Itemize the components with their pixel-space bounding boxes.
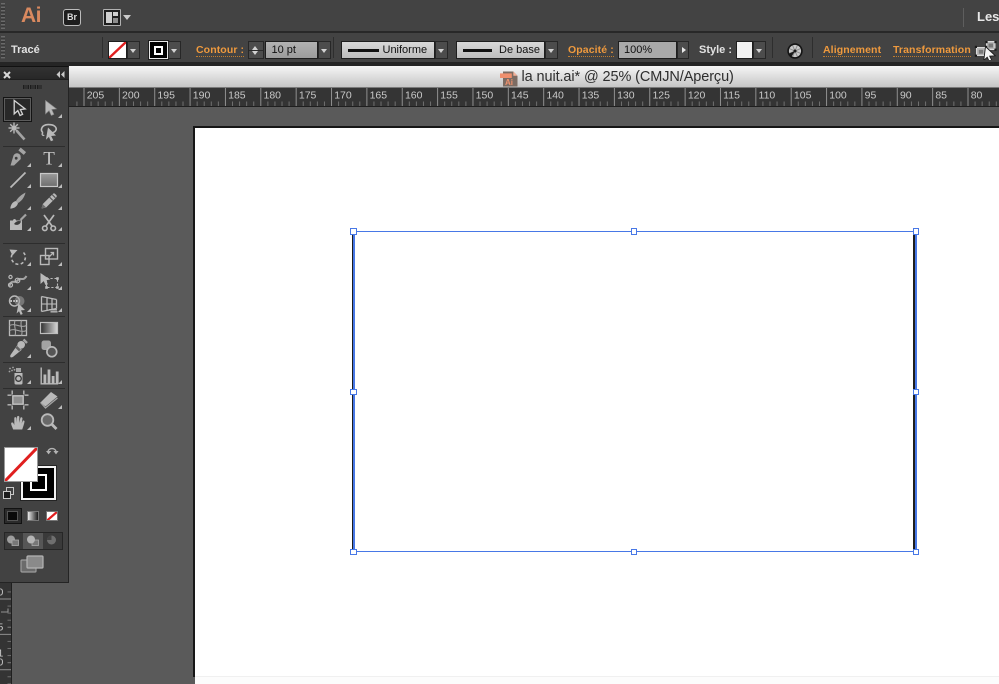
svg-text:95: 95	[865, 90, 877, 102]
svg-text:140: 140	[546, 90, 564, 102]
svg-text:190: 190	[193, 90, 211, 102]
svg-text:155: 155	[440, 90, 458, 102]
svg-text:110: 110	[759, 90, 776, 102]
svg-text:115: 115	[723, 90, 740, 102]
svg-text:205: 205	[87, 90, 105, 102]
svg-text:80: 80	[971, 90, 983, 102]
svg-text:0: 0	[0, 657, 4, 669]
svg-text:195: 195	[157, 90, 175, 102]
svg-text:125: 125	[652, 90, 670, 102]
svg-text:120: 120	[688, 90, 706, 102]
svg-text:175: 175	[299, 90, 317, 102]
svg-text:Ai: Ai	[505, 77, 513, 86]
svg-text:90: 90	[900, 90, 912, 102]
svg-text:185: 185	[228, 90, 246, 102]
svg-text:165: 165	[370, 90, 388, 102]
svg-text:145: 145	[511, 90, 529, 102]
svg-text:150: 150	[476, 90, 494, 102]
svg-text:170: 170	[334, 90, 352, 102]
svg-text:100: 100	[829, 90, 847, 102]
svg-text:180: 180	[264, 90, 282, 102]
svg-text:5: 5	[0, 622, 4, 634]
svg-text:160: 160	[405, 90, 423, 102]
svg-text:130: 130	[617, 90, 635, 102]
svg-text:85: 85	[935, 90, 947, 102]
svg-text:135: 135	[582, 90, 600, 102]
svg-text:105: 105	[794, 90, 812, 102]
svg-text:0: 0	[0, 587, 4, 599]
svg-text:T: T	[43, 149, 55, 170]
svg-text:200: 200	[122, 90, 140, 102]
